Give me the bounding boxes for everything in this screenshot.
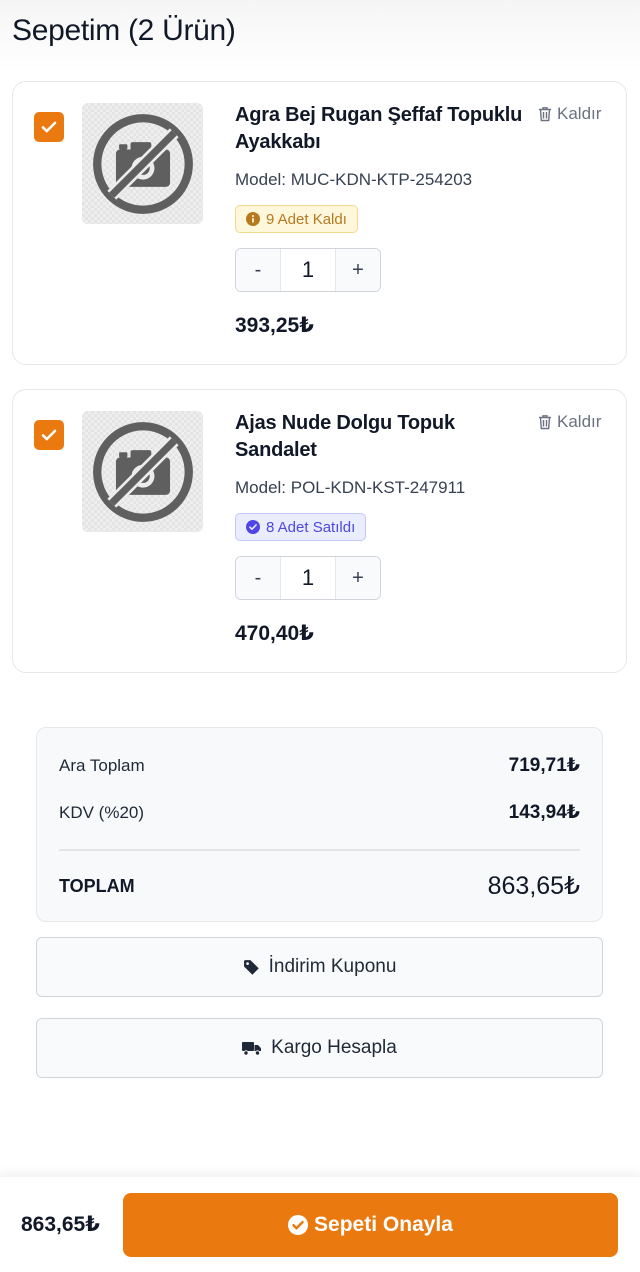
product-model: Model: POL-KDN-KST-247911 [235,478,466,497]
trash-icon [539,107,551,122]
vat-label: KDV (%20) [59,802,145,822]
product-name[interactable]: Agra Bej Rugan Şeffaf Topuklu Ayakkabı [235,102,525,156]
product-image-placeholder[interactable] [82,411,203,532]
product-price: 470,40₺ [235,622,314,645]
total-value: 863,65₺ [487,872,580,900]
check-circle-icon [246,520,260,534]
remove-button[interactable]: Kaldır [538,412,601,432]
stock-badge: 9 Adet Kaldı [235,205,358,233]
order-summary: Ara Toplam 719,71₺ KDV (%20) 143,94₺ TOP… [36,727,603,922]
quantity-value[interactable]: 1 [280,249,336,291]
shipping-label: Kargo Hesapla [271,1037,397,1058]
subtotal-value: 719,71₺ [508,755,580,776]
item-checkbox[interactable] [34,420,64,450]
subtotal-label: Ara Toplam [59,755,145,775]
check-icon [41,429,57,441]
cart-item: Ajas Nude Dolgu Topuk Sandalet Kaldır Mo… [12,389,627,673]
quantity-stepper: - 1 + [235,248,381,292]
remove-label: Kaldır [557,412,602,431]
page-header: Sepetim (2 Ürün) [0,0,640,72]
calculate-shipping-button[interactable]: Kargo Hesapla [36,1018,603,1078]
quantity-stepper: - 1 + [235,556,381,600]
vat-row: KDV (%20) 143,94₺ [59,801,580,824]
checkout-total: 863,65₺ [21,1213,100,1236]
sold-badge: 8 Adet Satıldı [235,513,367,541]
summary-divider [59,849,580,851]
checkout-bar: 863,65₺ Sepeti Onayla [0,1177,640,1272]
item-checkbox[interactable] [34,112,64,142]
quantity-value[interactable]: 1 [280,557,336,599]
increase-button[interactable]: + [336,249,380,291]
check-circle-icon [288,1215,309,1235]
remove-label: Kaldır [557,104,602,123]
tag-icon [243,959,259,975]
subtotal-row: Ara Toplam 719,71₺ [59,754,580,777]
no-photo-icon [92,421,193,522]
no-photo-icon [92,113,193,214]
product-model: Model: MUC-KDN-KTP-254203 [235,170,473,189]
product-price: 393,25₺ [235,314,314,337]
total-row: TOPLAM 863,65₺ [59,871,580,901]
coupon-label: İndirim Kuponu [268,956,397,977]
cart-item: Agra Bej Rugan Şeffaf Topuklu Ayakkabı K… [12,81,627,365]
confirm-label: Sepeti Onayla [314,1213,453,1236]
product-name[interactable]: Ajas Nude Dolgu Topuk Sandalet [235,410,525,464]
discount-coupon-button[interactable]: İndirim Kuponu [36,937,603,997]
total-label: TOPLAM [59,875,135,896]
decrease-button[interactable]: - [236,557,280,599]
info-circle-icon [246,212,260,226]
confirm-cart-button[interactable]: Sepeti Onayla [123,1193,618,1257]
vat-value: 143,94₺ [508,802,580,823]
product-image-placeholder[interactable] [82,103,203,224]
decrease-button[interactable]: - [236,249,280,291]
check-icon [41,121,57,133]
remove-button[interactable]: Kaldır [538,104,601,124]
increase-button[interactable]: + [336,557,380,599]
trash-icon [539,415,551,430]
page-title: Sepetim (2 Ürün) [12,14,236,47]
stock-badge-label: 9 Adet Kaldı [266,210,347,228]
truck-icon [242,1041,262,1056]
sold-badge-label: 8 Adet Satıldı [266,518,356,536]
